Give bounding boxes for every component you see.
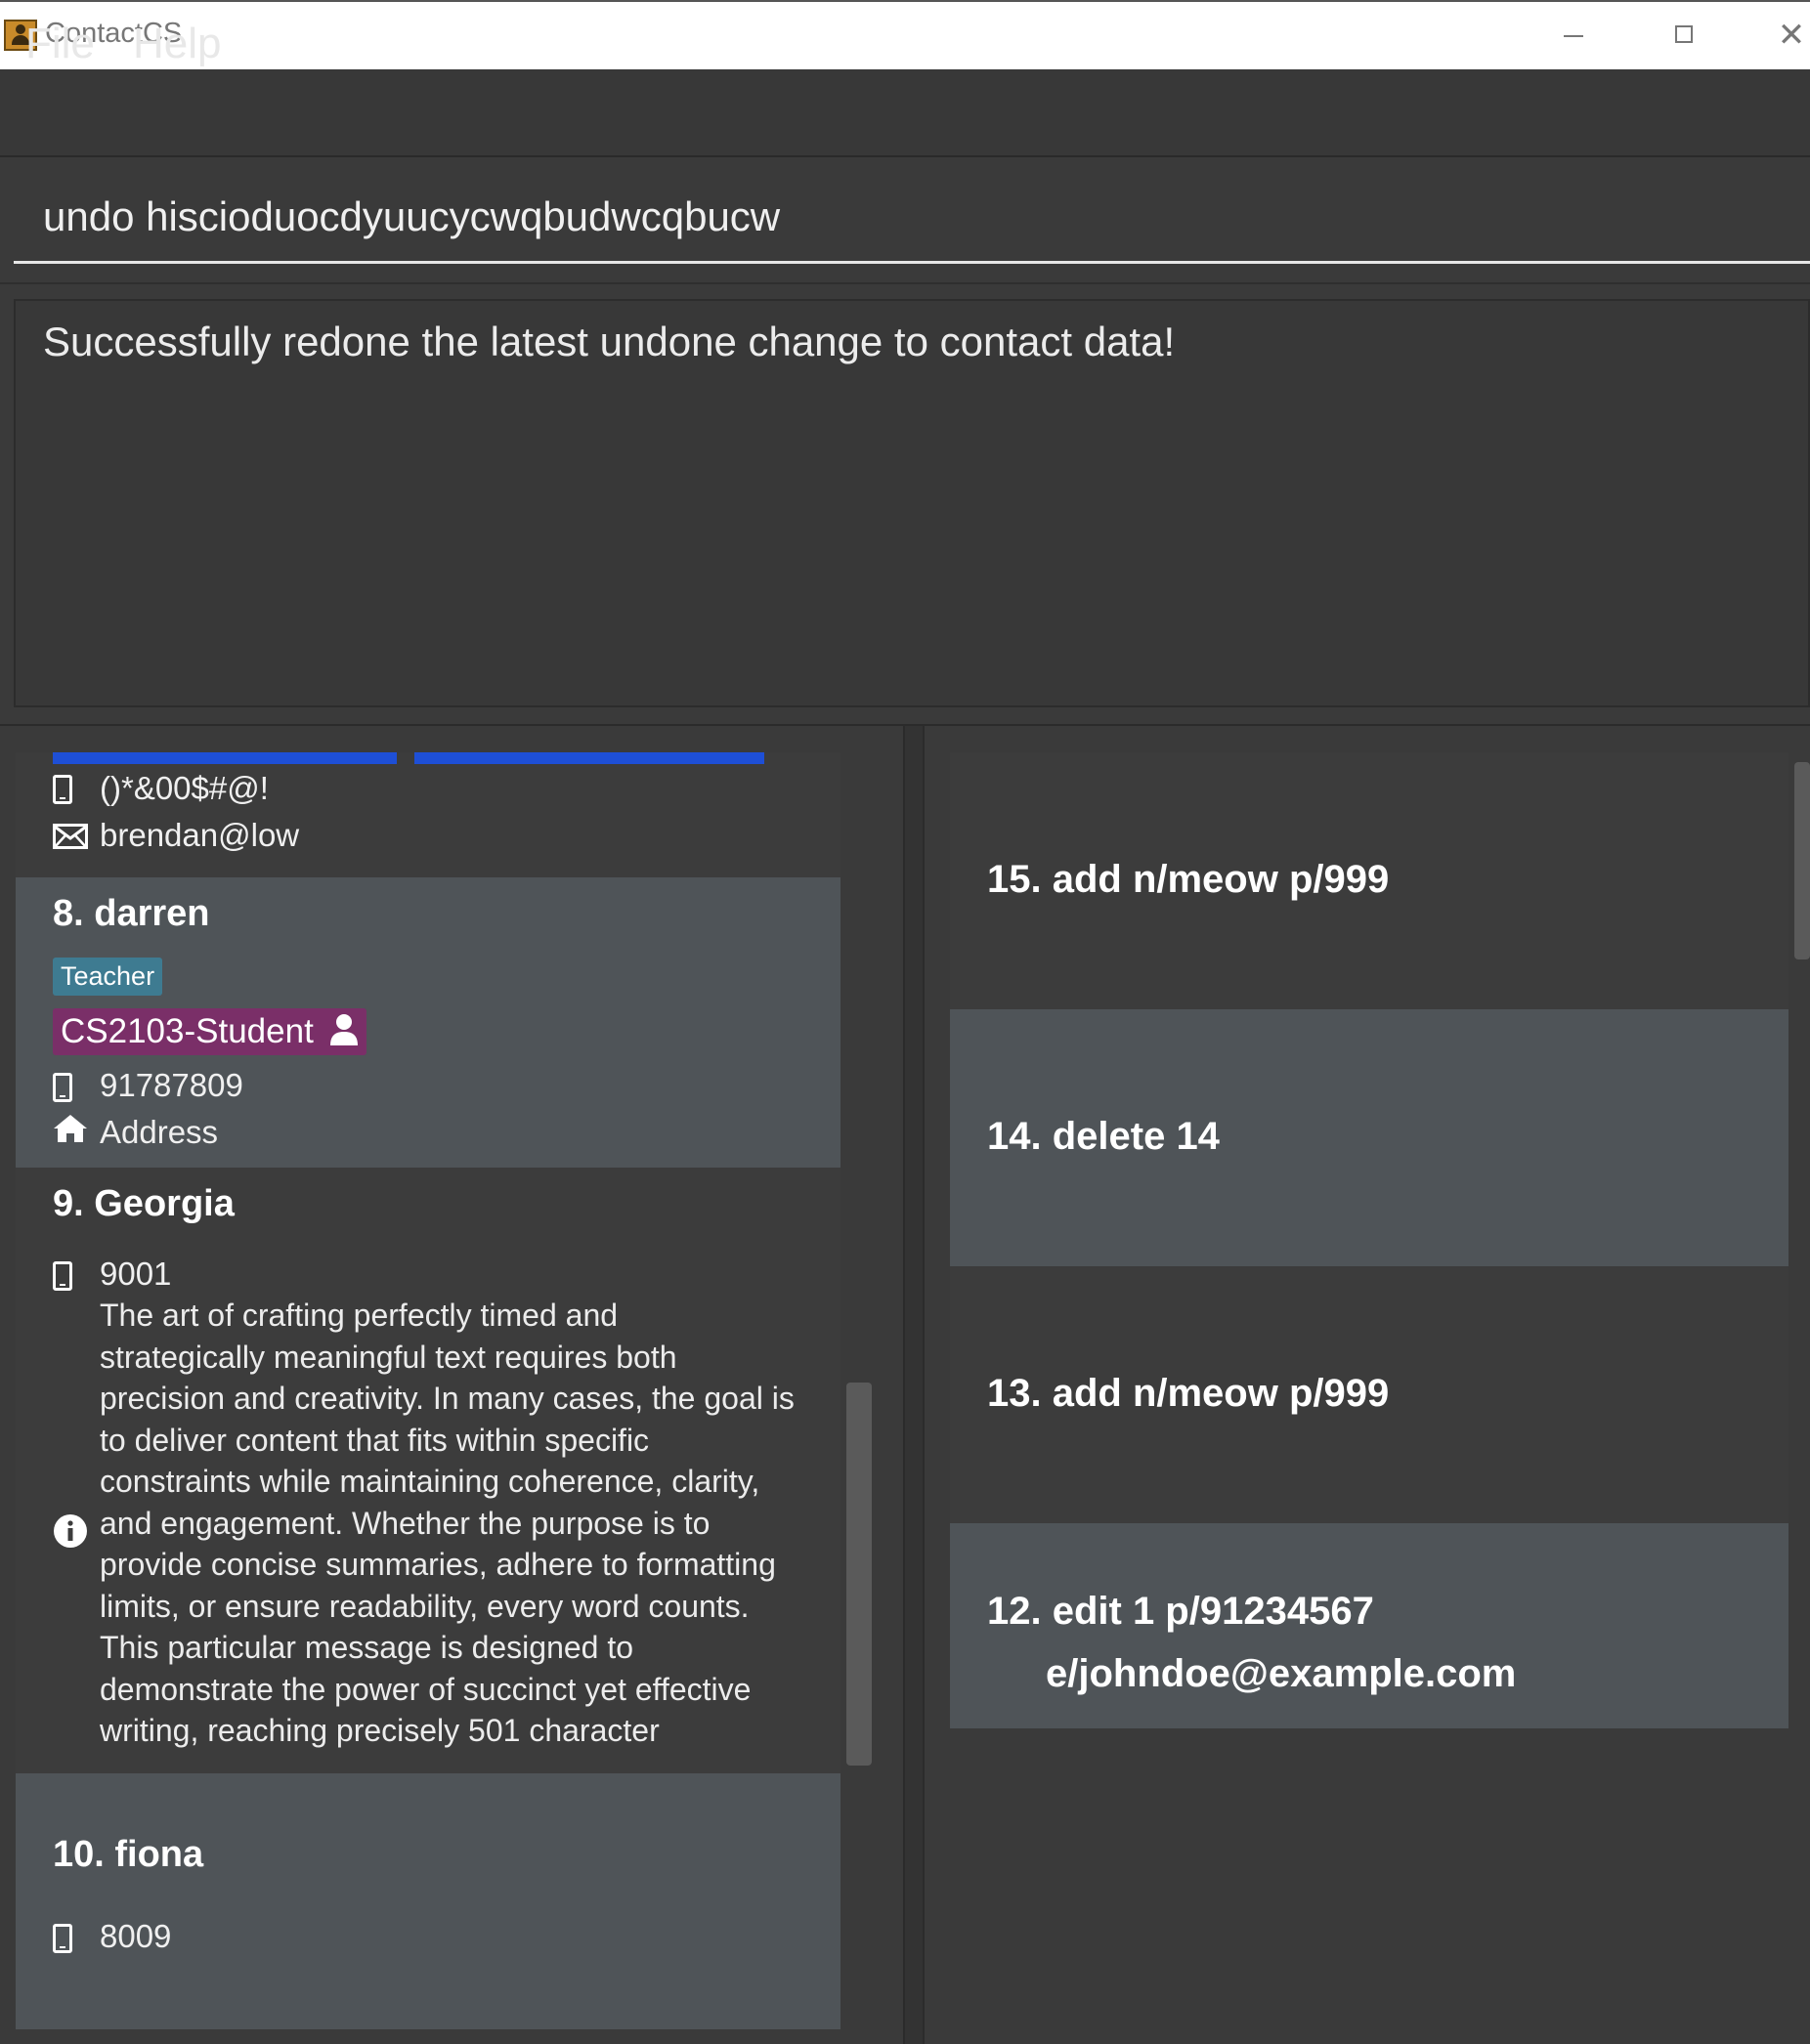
split-divider[interactable]	[903, 726, 925, 2044]
person-card[interactable]: 8. darren Teacher CS2103-Student 9178780…	[16, 877, 840, 1168]
person-name: 10. fiona	[53, 1834, 204, 1875]
history-text: 12. edit 1 p/91234567	[987, 1590, 1374, 1633]
menu-bar	[0, 69, 1810, 157]
title-bar	[0, 0, 1810, 69]
tag	[414, 752, 764, 764]
user-icon	[329, 1014, 358, 1045]
tag-teacher: Teacher	[53, 958, 163, 996]
history-text: 14. delete 14	[987, 1115, 1220, 1158]
close-icon[interactable]: ✕	[1767, 14, 1810, 57]
command-history-list[interactable]: 15. add n/meow p/999 14. delete 14 13. a…	[950, 752, 1788, 2044]
home-icon	[54, 1115, 87, 1142]
email-icon	[53, 824, 88, 849]
person-list[interactable]: ()*&00$#@! brendan@low 8. darren Teacher…	[16, 752, 840, 2044]
history-text: 13. add n/meow p/999	[987, 1372, 1390, 1415]
person-list-scrollbar[interactable]	[846, 1383, 872, 1766]
person-card[interactable]: ()*&00$#@! brendan@low	[16, 752, 840, 877]
tag	[53, 752, 397, 764]
person-remark: The art of crafting perfectly timed and …	[100, 1298, 795, 1748]
person-email: brendan@low	[100, 817, 300, 853]
info-icon	[54, 1514, 87, 1548]
tag-student: CS2103-Student	[53, 1008, 366, 1055]
person-card[interactable]: 10. fiona 8009	[16, 1773, 840, 2029]
person-phone: 91787809	[100, 1067, 243, 1103]
phone-icon	[53, 1073, 72, 1102]
result-message: Successfully redone the latest undone ch…	[43, 319, 1176, 364]
person-phone: ()*&00$#@!	[100, 770, 269, 806]
history-list-scrollbar[interactable]	[1794, 762, 1810, 959]
person-address: Address	[100, 1114, 219, 1150]
tag-label: CS2103-Student	[61, 1012, 314, 1050]
history-item[interactable]: 14. delete 14	[950, 1009, 1788, 1266]
history-text: e/johndoe@example.com	[1046, 1652, 1517, 1695]
menu-file[interactable]: File	[25, 20, 95, 68]
command-input[interactable]	[14, 172, 1810, 264]
person-phone: 9001	[100, 1256, 172, 1292]
history-text: 15. add n/meow p/999	[987, 858, 1390, 901]
menu-help[interactable]: Help	[133, 20, 222, 68]
phone-icon	[53, 1924, 72, 1953]
phone-icon	[53, 1261, 72, 1291]
history-item[interactable]: 13. add n/meow p/999	[950, 1266, 1788, 1523]
maximize-icon[interactable]	[1659, 14, 1708, 57]
history-item[interactable]: 12. edit 1 p/91234567 e/johndoe@example.…	[950, 1523, 1788, 1728]
person-phone: 8009	[100, 1918, 172, 1954]
person-name: 9. Georgia	[53, 1183, 235, 1224]
minimize-icon[interactable]	[1548, 14, 1597, 57]
person-card[interactable]: 9. Georgia 9001 The art of crafting perf…	[16, 1168, 840, 1773]
phone-icon	[53, 775, 72, 804]
history-item[interactable]: 15. add n/meow p/999	[950, 752, 1788, 1009]
person-name: 8. darren	[53, 893, 210, 934]
